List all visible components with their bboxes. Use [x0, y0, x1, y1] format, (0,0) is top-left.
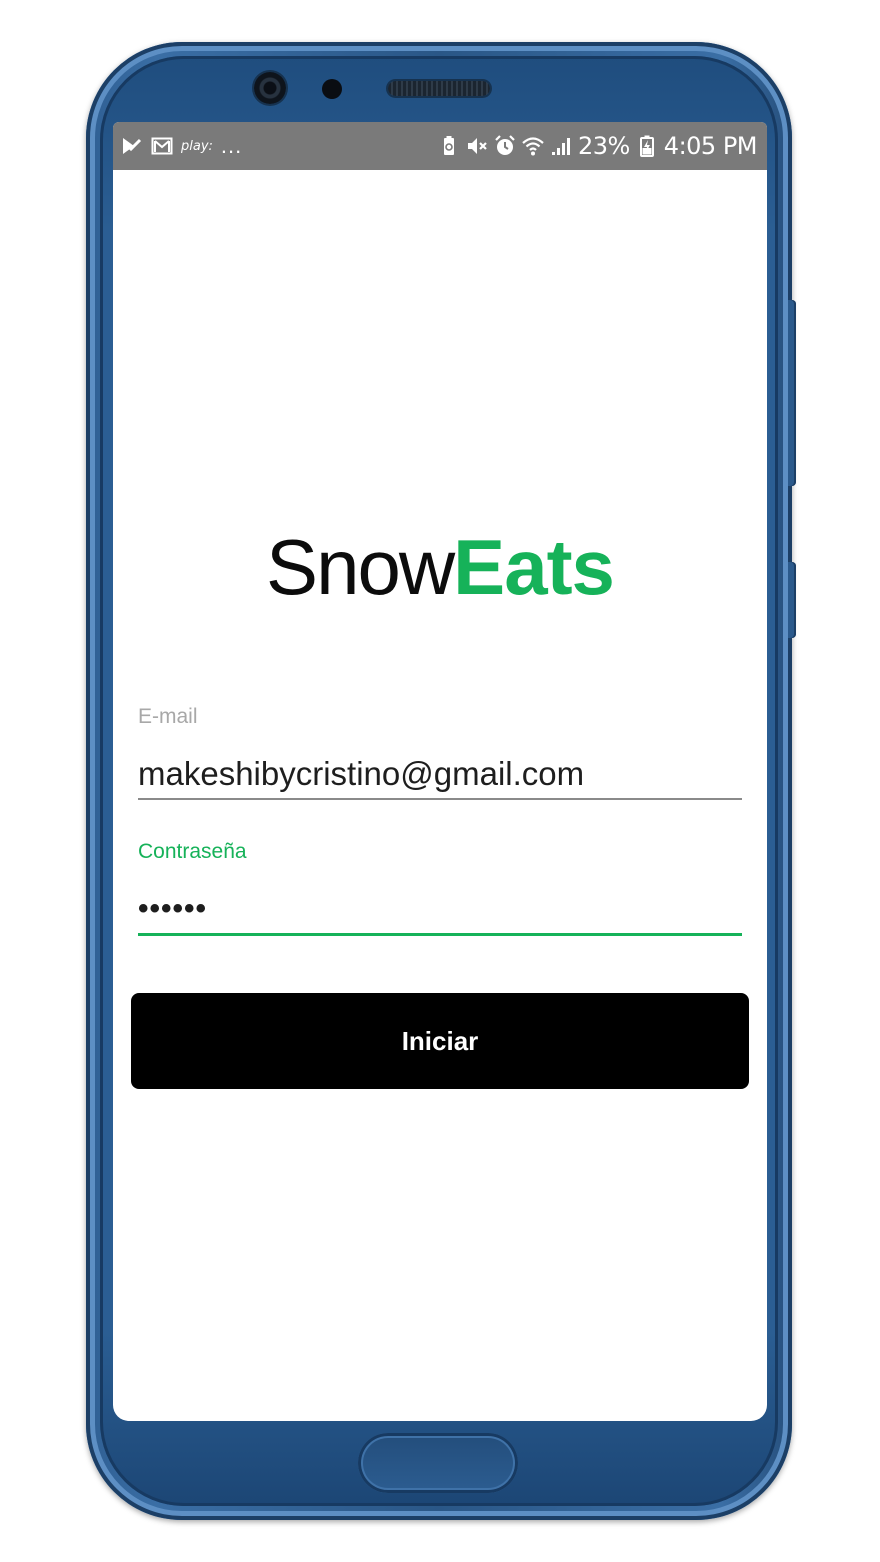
status-bar-notifications: play: ... — [121, 130, 242, 162]
battery-charging-icon — [636, 135, 658, 157]
volume-button — [788, 300, 796, 486]
proximity-sensor — [322, 79, 342, 99]
battery-percent: 23% — [577, 132, 630, 160]
password-label: Contraseña — [138, 840, 247, 863]
play-notification-label: play: — [181, 138, 213, 154]
status-bar-system: 23% 4:05 PM — [438, 130, 758, 162]
wifi-icon — [522, 135, 544, 157]
password-underline — [138, 933, 742, 936]
logo-text-eats: Eats — [453, 523, 615, 611]
email-label: E-mail — [138, 705, 198, 728]
gmail-icon — [151, 135, 173, 157]
power-button — [788, 562, 796, 638]
more-notifications-indicator: ... — [220, 133, 243, 158]
logo-text-snow: Snow — [266, 523, 455, 611]
login-button[interactable]: Iniciar — [131, 993, 749, 1089]
email-input[interactable] — [138, 750, 742, 798]
home-button[interactable] — [358, 1433, 518, 1493]
app-screen: play: ... 23% 4:05 PM SnowEats E-mail ma… — [113, 122, 767, 1421]
front-camera — [254, 72, 286, 104]
status-bar: play: ... 23% 4:05 PM — [113, 122, 767, 170]
password-field: Contraseña •••••• — [138, 839, 742, 936]
signal-icon — [550, 135, 572, 157]
clock: 4:05 PM — [663, 132, 758, 160]
earpiece-speaker — [388, 81, 490, 96]
email-field: E-mail — [138, 704, 742, 800]
battery-saver-icon — [438, 135, 460, 157]
check-notification-icon — [121, 135, 143, 157]
mute-icon — [466, 135, 488, 157]
password-input[interactable]: •••••• — [138, 885, 742, 933]
app-logo: SnowEats — [113, 522, 767, 612]
email-underline — [138, 798, 742, 800]
alarm-icon — [494, 135, 516, 157]
